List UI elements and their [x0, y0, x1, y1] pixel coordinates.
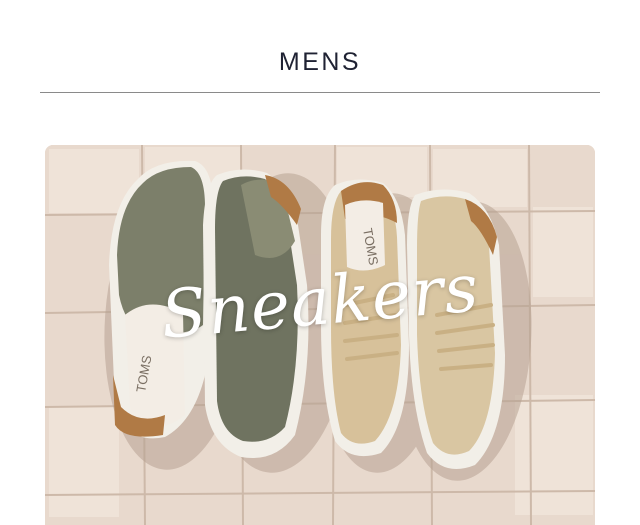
sneakers-category-banner[interactable]: TOMS TOMS Sneakers: [45, 145, 595, 525]
section-title: MENS: [278, 48, 362, 76]
title-divider: [40, 92, 600, 93]
